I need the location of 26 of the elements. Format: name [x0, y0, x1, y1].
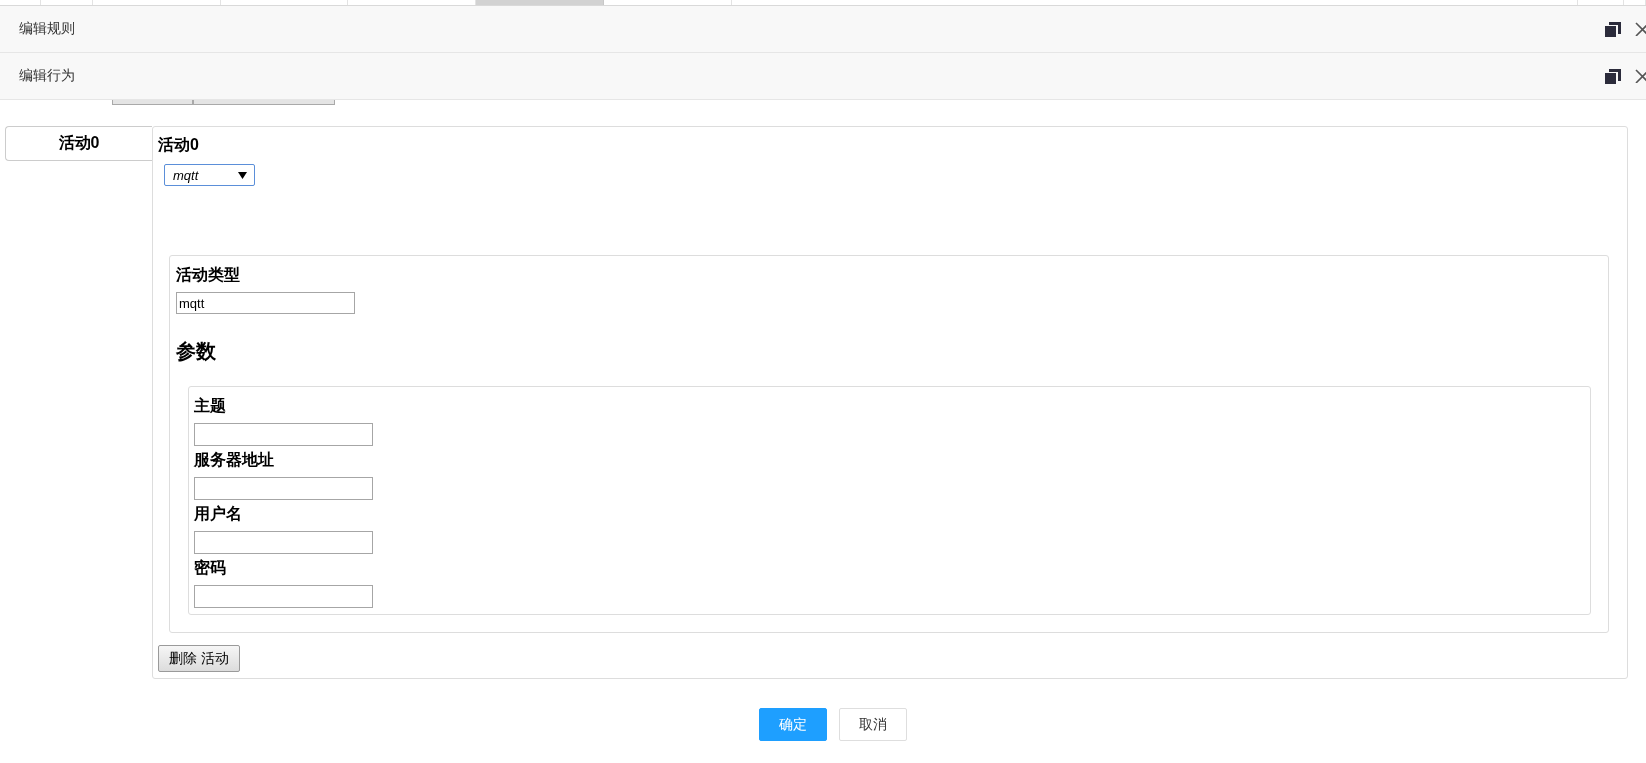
caret-icon [238, 171, 247, 179]
field-label: 活动类型 [176, 265, 240, 285]
close-icon[interactable] [1635, 22, 1646, 36]
text-field[interactable]: mqtt [176, 292, 355, 314]
restore-icon[interactable] [1605, 21, 1621, 37]
field-label: 主题 [194, 396, 226, 416]
text-field[interactable] [194, 423, 373, 446]
dialog-title: 编辑规则 [19, 20, 75, 38]
field-label: 服务器地址 [194, 450, 274, 470]
text-field[interactable] [194, 531, 373, 554]
delete-button[interactable]: 删除 活动 [158, 645, 240, 672]
restore-icon[interactable] [1605, 68, 1621, 84]
params-heading: 参数 [176, 339, 216, 364]
text-field[interactable] [194, 477, 373, 500]
activity-tab[interactable]: 活动0 [5, 126, 152, 161]
clipped-button[interactable] [112, 100, 193, 105]
close-icon[interactable] [1635, 69, 1646, 83]
type-select[interactable]: mqtt [164, 164, 255, 186]
window-tab[interactable] [476, 0, 604, 5]
dialog-title: 编辑行为 [19, 67, 75, 85]
cancel-button[interactable]: 取消 [839, 708, 907, 741]
clipped-button[interactable] [193, 100, 335, 105]
field-label: 用户名 [194, 504, 242, 524]
field-label: 密码 [194, 558, 226, 578]
activity-heading: 活动0 [158, 135, 199, 155]
text-field[interactable] [194, 585, 373, 608]
